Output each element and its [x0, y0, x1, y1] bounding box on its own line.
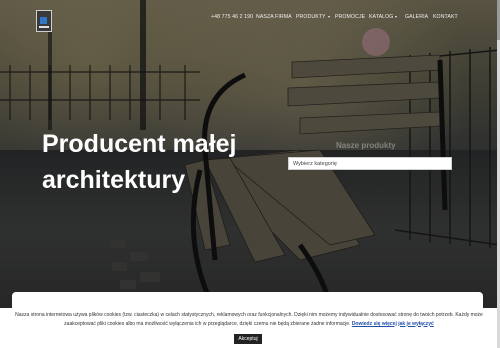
caret-down-icon — [327, 15, 330, 18]
nav-item-promocje[interactable]: PROMOCJE — [335, 14, 365, 20]
accept-cookies-button[interactable]: Akceptuj — [234, 334, 262, 344]
nav-item-label: KONTAKT — [433, 14, 458, 20]
nav-phone[interactable]: +48 775 46 2 190 — [211, 14, 253, 20]
hero-title: Producent małej architektury — [42, 126, 272, 198]
logo-bar — [39, 26, 49, 28]
hero-title-line1: Producent małej — [42, 130, 237, 158]
products-title: Nasze produkty — [336, 141, 396, 150]
nav-item-nasza-firma[interactable]: NASZA FIRMA — [256, 14, 292, 20]
hero-title-line2: architektury — [42, 166, 186, 194]
nav-item-label: PRODUKTY — [296, 14, 326, 20]
nav-item-label: NASZA FIRMA — [256, 14, 292, 20]
nav-item-kontakt[interactable]: KONTAKT — [433, 14, 458, 20]
nav-item-label: GALERIA — [405, 14, 429, 20]
nav-item-galeria[interactable]: GALERIA — [405, 14, 428, 20]
nav-item-katalog[interactable]: KATALOG — [369, 14, 398, 20]
nav-item-label: PROMOCJE — [335, 14, 366, 20]
cookie-bar: Nasza strona internetowa używa plików co… — [0, 308, 500, 348]
nav-item-label: KATALOG — [369, 14, 394, 20]
caret-down-icon — [395, 15, 398, 18]
nav-item-produkty[interactable]: PRODUKTY — [296, 14, 330, 20]
cookie-more-link[interactable]: Dowiedz się więcej jak je wyłączyć — [352, 321, 434, 327]
cookie-message: Nasza strona internetowa używa plików co… — [10, 311, 488, 328]
category-select[interactable]: Wybierz kategorię — [288, 157, 452, 170]
main-navigation: +48 775 46 2 190 NASZA FIRMA PRODUKTY PR… — [0, 14, 500, 24]
